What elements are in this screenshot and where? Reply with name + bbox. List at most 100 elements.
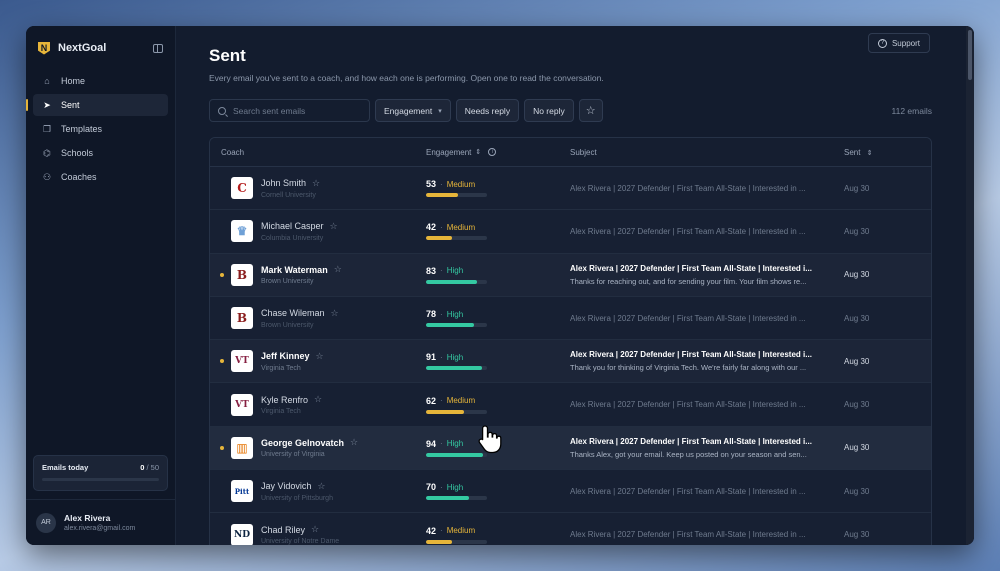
engagement-bar xyxy=(426,279,487,284)
engagement-level: High xyxy=(446,352,464,362)
engagement-score: 62 xyxy=(426,395,437,406)
school-logo: B xyxy=(231,307,253,330)
coach-name: Michael Casper ☆ xyxy=(261,220,338,232)
engagement-level: High xyxy=(446,439,464,449)
sent-date: Aug 30 xyxy=(844,226,870,236)
collapse-sidebar-icon[interactable] xyxy=(153,43,163,53)
table-row[interactable]: ND Chad Riley ☆ University of Notre Dame… xyxy=(210,513,931,545)
engagement-score: 94 xyxy=(426,438,437,449)
star-icon[interactable]: ☆ xyxy=(330,221,338,232)
nextgoal-logo-icon: N xyxy=(38,41,50,55)
table-row[interactable]: ▥ George Gelnovatch ☆ University of Virg… xyxy=(210,426,931,471)
engagement-bar-fill xyxy=(426,409,464,414)
school-logo: ND xyxy=(231,523,253,545)
star-icon[interactable]: ☆ xyxy=(314,394,322,405)
table-row[interactable]: VT Jeff Kinney ☆ Virginia Tech 91 · High… xyxy=(210,340,931,384)
engagement-bar-fill xyxy=(426,366,482,371)
coach-name: Kyle Renfro ☆ xyxy=(261,394,323,405)
coach-name: John Smith ☆ xyxy=(261,177,321,189)
star-icon[interactable]: ☆ xyxy=(311,524,319,535)
scrollbar[interactable] xyxy=(966,26,974,545)
coach-name: Chase Wileman ☆ xyxy=(261,307,339,319)
star-icon[interactable]: ☆ xyxy=(317,481,325,492)
subject-cell: Alex Rivera | 2027 Defender | First Team… xyxy=(570,227,844,236)
sidebar: N NextGoal ⌂ Home ➤ Sent ❐ Templates ⌬ S… xyxy=(26,26,176,545)
scrollbar-thumb[interactable] xyxy=(968,30,972,80)
column-engagement[interactable]: Engagement ⇕ i xyxy=(426,148,570,157)
table-row[interactable]: Pitt Jay Vidovich ☆ University of Pittsb… xyxy=(210,470,931,514)
sent-date: Aug 30 xyxy=(844,443,870,453)
engagement-score: 70 xyxy=(426,482,437,493)
star-icon[interactable]: ☆ xyxy=(350,437,358,448)
sidebar-item-home[interactable]: ⌂ Home xyxy=(33,70,168,92)
toolbar: Engagement ▾ Needs reply No reply ☆ xyxy=(209,99,603,122)
quota-count: 0 / 50 xyxy=(140,463,159,472)
sidebar-item-label: Schools xyxy=(61,148,94,158)
coach-cell: VT Kyle Renfro ☆ Virginia Tech xyxy=(210,393,426,416)
main-content: ? Support Sent Every email you've sent t… xyxy=(176,26,974,545)
school-name: Brown University xyxy=(261,321,314,329)
search-input[interactable] xyxy=(233,105,353,116)
engagement-bar-fill xyxy=(426,323,474,328)
no-reply-filter[interactable]: No reply xyxy=(524,99,574,122)
engagement-filter-dropdown[interactable]: Engagement ▾ xyxy=(375,99,451,122)
starred-filter-button[interactable]: ☆ xyxy=(578,99,603,122)
engagement-bar-fill xyxy=(426,193,459,198)
table-row[interactable]: B Mark Waterman ☆ Brown University 83 · … xyxy=(210,253,931,297)
sent-date: Aug 30 xyxy=(844,270,870,280)
coach-cell: C John Smith ☆ Cornell University xyxy=(210,177,426,200)
user-profile[interactable]: AR Alex Rivera alex.rivera@gmail.com xyxy=(26,499,175,545)
coach-cell: Pitt Jay Vidovich ☆ University of Pittsb… xyxy=(210,480,426,503)
star-icon[interactable]: ☆ xyxy=(331,308,339,319)
table-row[interactable]: VT Kyle Renfro ☆ Virginia Tech 62 · Medi… xyxy=(210,383,931,427)
subject-line: Alex Rivera | 2027 Defender | First Team… xyxy=(570,400,806,410)
sidebar-item-sent[interactable]: ➤ Sent xyxy=(26,94,168,116)
subject-cell: Alex Rivera | 2027 Defender | First Team… xyxy=(570,314,844,323)
engagement-cell: 62 · Medium xyxy=(426,396,570,414)
emails-today-quota: Emails today 0 / 50 xyxy=(33,455,168,491)
engagement-score: 91 xyxy=(426,352,437,363)
table-row[interactable]: ♛ Michael Casper ☆ Columbia University 4… xyxy=(210,210,931,254)
school-name: Virginia Tech xyxy=(261,408,301,416)
coach-cell: B Chase Wileman ☆ Brown University xyxy=(210,307,426,330)
star-icon: ☆ xyxy=(585,105,596,117)
support-button[interactable]: ? Support xyxy=(867,33,930,53)
engagement-bar xyxy=(426,193,487,198)
sent-date: Aug 30 xyxy=(844,313,870,323)
engagement-score: 83 xyxy=(426,265,437,276)
search-box xyxy=(209,99,370,122)
subject-cell: Alex Rivera | 2027 Defender | First Team… xyxy=(570,437,844,459)
star-icon[interactable]: ☆ xyxy=(312,178,320,189)
schools-icon: ⌬ xyxy=(43,147,51,158)
subject-cell: Alex Rivera | 2027 Defender | First Team… xyxy=(570,264,844,286)
engagement-level: Medium xyxy=(446,396,476,406)
info-icon[interactable]: i xyxy=(488,148,497,156)
engagement-cell: 42 · Medium xyxy=(426,526,570,544)
subject-line: Alex Rivera | 2027 Defender | First Team… xyxy=(570,350,812,360)
sidebar-item-coaches[interactable]: ⚇ Coaches xyxy=(33,166,168,188)
sidebar-item-label: Coaches xyxy=(61,172,97,182)
column-sent[interactable]: Sent ⇕ xyxy=(844,148,924,157)
brand: N NextGoal xyxy=(26,30,175,66)
engagement-bar-fill xyxy=(426,496,469,501)
sidebar-item-templates[interactable]: ❐ Templates xyxy=(33,118,168,140)
star-icon[interactable]: ☆ xyxy=(334,264,342,275)
sidebar-item-schools[interactable]: ⌬ Schools xyxy=(33,142,168,164)
unread-indicator xyxy=(220,272,224,277)
school-name: University of Notre Dame xyxy=(261,538,340,545)
needs-reply-filter[interactable]: Needs reply xyxy=(455,99,520,122)
search-icon xyxy=(218,106,226,115)
quota-progress-bar xyxy=(42,478,159,481)
subject-line: Alex Rivera | 2027 Defender | First Team… xyxy=(570,530,806,540)
school-logo: ▥ xyxy=(231,436,253,459)
user-name: Alex Rivera xyxy=(64,513,111,523)
engagement-bar-fill xyxy=(426,539,452,544)
coach-cell: ND Chad Riley ☆ University of Notre Dame xyxy=(210,523,426,545)
star-icon[interactable]: ☆ xyxy=(316,351,324,362)
subject-line: Alex Rivera | 2027 Defender | First Team… xyxy=(570,183,806,193)
table-row[interactable]: B Chase Wileman ☆ Brown University 78 · … xyxy=(210,297,931,341)
school-logo: Pitt xyxy=(231,480,253,503)
subject-line: Alex Rivera | 2027 Defender | First Team… xyxy=(570,313,806,323)
table-row[interactable]: C John Smith ☆ Cornell University 53 · M… xyxy=(210,167,931,211)
coach-cell: B Mark Waterman ☆ Brown University xyxy=(210,263,426,286)
